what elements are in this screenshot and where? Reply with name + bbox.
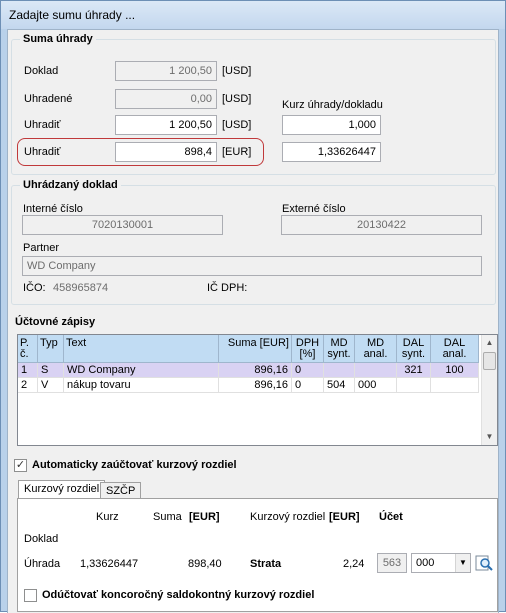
uhrada-kr-value: 2,24 xyxy=(343,558,365,570)
cell-md-anal xyxy=(355,363,397,378)
cell-dal-anal: 100 xyxy=(431,363,479,378)
cell-dal-synt: 321 xyxy=(397,363,431,378)
title-bar[interactable]: Zadajte sumu úhrady ... xyxy=(1,1,505,29)
cell-md-anal: 000 xyxy=(355,378,397,393)
cell-dph: 0 xyxy=(292,363,324,378)
col-header-pc[interactable]: P. č. xyxy=(18,335,38,363)
col-header-dph[interactable]: DPH [%] xyxy=(292,335,324,363)
scroll-thumb[interactable] xyxy=(483,352,496,370)
col-header-md-synt[interactable]: MD synt. xyxy=(324,335,355,363)
externe-cislo-field: 20130422 xyxy=(281,215,482,235)
col-header-dal-synt[interactable]: DAL synt. xyxy=(397,335,431,363)
kr-currency-header: [EUR] xyxy=(329,511,360,523)
externe-cislo-label: Externé číslo xyxy=(282,203,346,215)
kr-doklad-label: Doklad xyxy=(24,533,59,545)
uhradit-eur-label: Uhradiť xyxy=(24,146,61,158)
col-header-typ[interactable]: Typ xyxy=(38,335,64,363)
col-header-suma[interactable]: Suma [EUR] xyxy=(219,335,292,363)
window-title: Zadajte sumu úhrady ... xyxy=(9,8,136,22)
dialog-client: Suma úhrady Doklad 1 200,50 [USD] Uhrade… xyxy=(7,29,499,613)
uhrada-strata-label: Strata xyxy=(250,558,282,570)
partner-label: Partner xyxy=(23,242,60,254)
kurzovy-rozdiel-panel: Kurz Suma [EUR] Kurzový rozdiel [EUR] Úč… xyxy=(17,498,498,612)
chevron-down-icon[interactable]: ▼ xyxy=(455,554,470,572)
uhradene-label: Uhradené xyxy=(24,93,73,105)
ucet-anal-combo[interactable]: 000 ▼ xyxy=(411,553,471,573)
uhradit-usd-currency: [USD] xyxy=(222,119,252,131)
uhrada-kurz-value: 1,33626447 xyxy=(80,558,139,570)
cell-pc: 1 xyxy=(18,363,38,378)
doklad-currency: [USD] xyxy=(222,65,252,77)
ico-value: 458965874 xyxy=(53,282,109,294)
kurz-usd-input[interactable]: 1,000 xyxy=(282,115,381,135)
odu-checkbox[interactable] xyxy=(24,589,37,602)
suma-uhrady-title: Suma úhrady xyxy=(20,33,96,45)
odu-label[interactable]: Odúčtovať koncoročný saldokontný kurzový… xyxy=(42,589,314,601)
tab-kurzovy-rozdiel[interactable]: Kurzový rozdiel xyxy=(18,480,106,500)
col-header-dal-anal[interactable]: DAL anal. xyxy=(431,335,479,363)
uhradzany-doklad-title: Uhrádzaný doklad xyxy=(20,179,121,191)
grid-scrollbar[interactable]: ▲ ▼ xyxy=(481,335,497,445)
cell-md-synt xyxy=(324,363,355,378)
search-icon[interactable] xyxy=(475,554,493,572)
suma-header: Suma xyxy=(153,511,182,523)
cell-text: WD Company xyxy=(64,363,219,378)
cell-typ: S xyxy=(38,363,64,378)
kurz-header: Kurz xyxy=(96,511,119,523)
cell-dal-anal xyxy=(431,378,479,393)
uhradit-eur-currency: [EUR] xyxy=(222,146,252,158)
ucet-anal-value: 000 xyxy=(416,557,435,569)
doklad-amount-field: 1 200,50 xyxy=(115,61,217,81)
col-header-text[interactable]: Text xyxy=(64,335,219,363)
ucet-header: Účet xyxy=(379,511,403,523)
col-header-md-anal[interactable]: MD anal. xyxy=(355,335,397,363)
uhradene-currency: [USD] xyxy=(222,93,252,105)
kr-uhrada-label: Úhrada xyxy=(24,558,61,570)
interne-cislo-label: Interné číslo xyxy=(23,203,83,215)
suma-currency-header: [EUR] xyxy=(189,511,220,523)
auto-kurzovy-checkbox[interactable]: ✓ xyxy=(14,459,27,472)
uctovne-zapisy-title: Účtovné zápisy xyxy=(15,316,96,328)
cell-typ: V xyxy=(38,378,64,393)
cell-pc: 2 xyxy=(18,378,38,393)
cell-md-synt: 504 xyxy=(324,378,355,393)
cell-dph: 0 xyxy=(292,378,324,393)
kurz-eur-input[interactable]: 1,33626447 xyxy=(282,142,381,162)
cell-text: nákup tovaru xyxy=(64,378,219,393)
interne-cislo-field: 7020130001 xyxy=(22,215,223,235)
cell-suma: 896,16 xyxy=(219,378,292,393)
uhradene-amount-field: 0,00 xyxy=(115,89,217,109)
uhradit-eur-input[interactable]: 898,4 xyxy=(115,142,217,162)
uhrada-suma-value: 898,40 xyxy=(188,558,222,570)
scroll-up-icon[interactable]: ▲ xyxy=(482,335,497,351)
uhradit-usd-input[interactable]: 1 200,50 xyxy=(115,115,217,135)
icdph-label: IČ DPH: xyxy=(207,282,248,294)
uhradit-usd-label: Uhradiť xyxy=(24,119,61,131)
doklad-label: Doklad xyxy=(24,65,59,77)
ico-label: IČO: xyxy=(23,282,46,294)
partner-field: WD Company xyxy=(22,256,482,276)
kurz-label: Kurz úhrady/dokladu xyxy=(282,99,383,111)
uctovne-zapisy-grid[interactable]: P. č. Typ Text Suma [EUR] DPH [%] MD syn… xyxy=(17,334,498,446)
dialog-window: Zadajte sumu úhrady ... Suma úhrady Dokl… xyxy=(0,0,506,613)
cell-suma: 896,16 xyxy=(219,363,292,378)
cell-dal-synt xyxy=(397,378,431,393)
scroll-down-icon[interactable]: ▼ xyxy=(482,429,497,445)
ucet-synt-field[interactable]: 563 xyxy=(377,553,407,573)
auto-kurzovy-label[interactable]: Automaticky zaúčtovať kurzový rozdiel xyxy=(32,459,237,471)
kurzovy-rozdiel-header: Kurzový rozdiel xyxy=(250,511,326,523)
